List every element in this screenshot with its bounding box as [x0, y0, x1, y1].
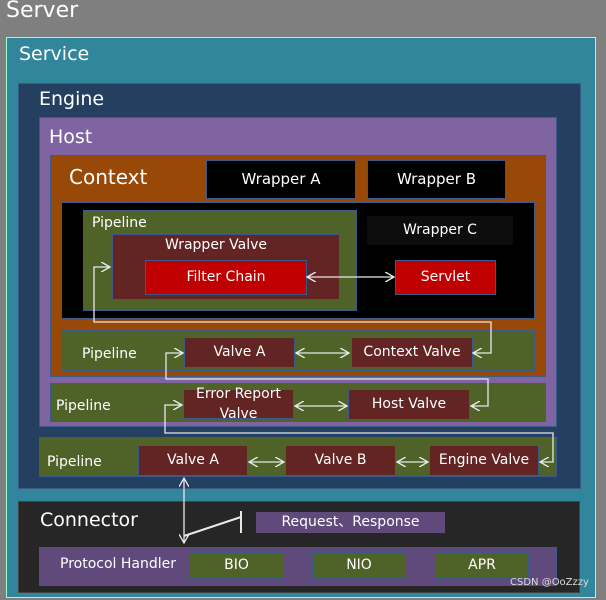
- flow-arrows: [93, 0, 554, 600]
- engine-loop-arrow: [164, 405, 554, 462]
- switch-icon: [183, 511, 242, 537]
- context-loop-arrow: [93, 267, 492, 353]
- host-loop-arrow: [165, 353, 489, 406]
